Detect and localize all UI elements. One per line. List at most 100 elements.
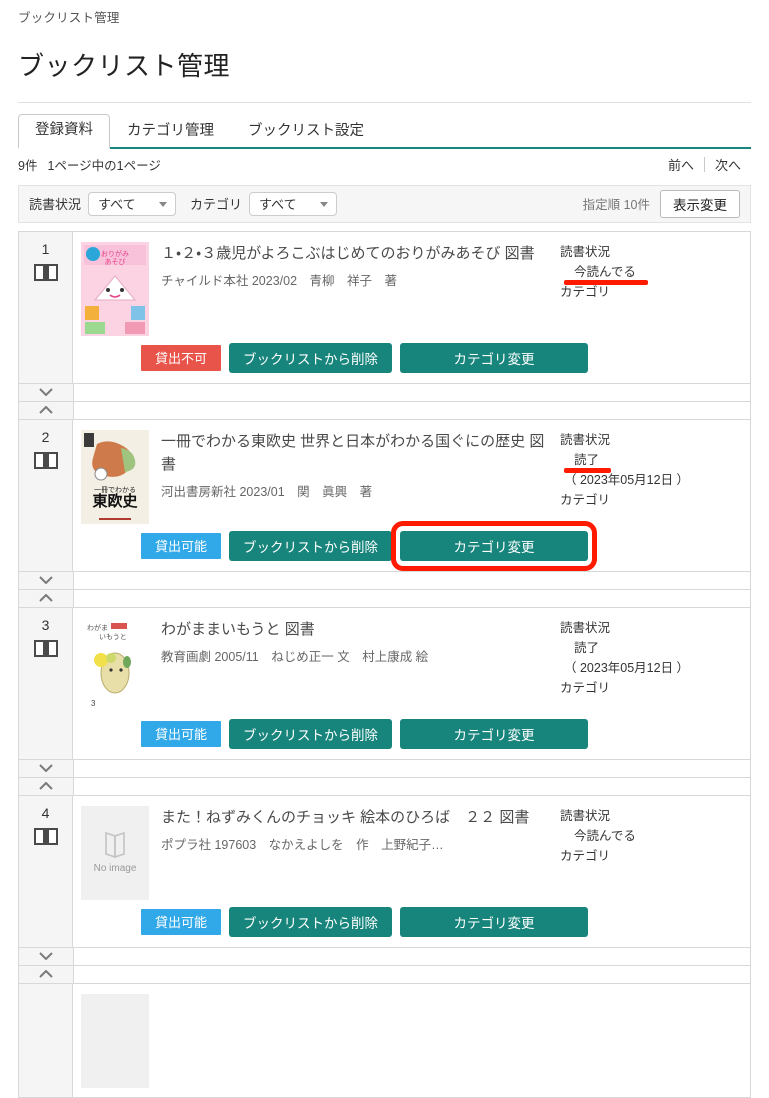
move-down-button[interactable] bbox=[19, 759, 74, 777]
reading-status-label: 読書状況 bbox=[560, 620, 611, 635]
change-category-button[interactable]: カテゴリ変更 bbox=[400, 530, 589, 561]
row-expand-separator bbox=[19, 965, 750, 984]
tab-registered-materials[interactable]: 登録資料 bbox=[18, 114, 110, 149]
filter-bar: 読書状況 すべて カテゴリ すべて 指定順 10件 表示変更 bbox=[18, 184, 751, 223]
remove-from-booklist-button[interactable]: ブックリストから削除 bbox=[229, 530, 393, 561]
move-up-button[interactable] bbox=[19, 965, 74, 983]
lending-status-badge: 貸出可能 bbox=[141, 720, 222, 747]
item-thumbnail[interactable]: おりがみ あそび bbox=[73, 241, 149, 336]
list-item: 4 No image また！ねずみくんのチョッキ 絵本のひろば ２２ 図書 ポプラ社 … bbox=[19, 795, 750, 948]
reading-status-filter-label: 読書状況 bbox=[29, 197, 82, 213]
svg-text:東欧史: 東欧史 bbox=[92, 492, 138, 510]
book-placeholder-icon bbox=[105, 832, 125, 859]
remove-from-booklist-button[interactable]: ブックリストから削除 bbox=[229, 718, 393, 749]
item-title[interactable]: １・２・３歳児がよろこぶはじめてのおりがみあそび 図書 bbox=[161, 242, 554, 265]
title-divider bbox=[18, 101, 751, 103]
move-up-button[interactable] bbox=[19, 589, 74, 607]
booklist-management-page: ブックリスト管理 ブックリスト管理 登録資料 カテゴリ管理 ブックリスト設定 9… bbox=[0, 0, 769, 1098]
move-down-button[interactable] bbox=[19, 571, 74, 589]
change-category-button[interactable]: カテゴリ変更 bbox=[400, 718, 589, 749]
chevron-down-icon bbox=[39, 952, 53, 961]
row-collapse-separator bbox=[19, 571, 750, 590]
reading-status-value: 読了 bbox=[574, 640, 600, 655]
reading-status-value: 読了 bbox=[563, 450, 612, 473]
item-body bbox=[73, 984, 750, 1097]
row-collapse-separator bbox=[19, 947, 750, 966]
move-down-button[interactable] bbox=[19, 383, 74, 401]
pager: 前へ 次へ bbox=[658, 155, 751, 174]
sort-info: 指定順 10件 bbox=[582, 198, 650, 213]
item-thumbnail[interactable] bbox=[73, 993, 149, 1088]
breadcrumb: ブックリスト管理 bbox=[18, 11, 120, 25]
reading-status-value: 今読んでる bbox=[564, 262, 648, 285]
item-thumbnail[interactable]: 一冊でわかる 東欧史 bbox=[73, 429, 149, 524]
item-body: 一冊でわかる 東欧史 一冊でわかる東欧史 世界と日本がわかる国ぐにの歴史 図書 河出書… bbox=[73, 420, 750, 533]
item-status: 読書状況 今読んでる カテゴリ bbox=[560, 242, 750, 336]
item-title[interactable]: わがままいもうと 図書 bbox=[161, 618, 554, 641]
svg-text:あそび: あそび bbox=[105, 258, 126, 266]
result-summary: 9件 1ページ中の1ページ bbox=[18, 155, 161, 174]
item-meta: わがままいもうと 図書教育画劇 2005/11 ねじめ正一 文 村上康成 絵 bbox=[149, 618, 560, 712]
item-body: わがま いもうと 3 わがままいもうと 図書 教育画劇 2005/11 ねじめ正一 文 … bbox=[73, 608, 750, 721]
next-page-link[interactable]: 次へ bbox=[705, 155, 751, 174]
chevron-up-icon bbox=[39, 782, 53, 791]
item-thumbnail[interactable]: No image bbox=[73, 805, 149, 900]
remove-from-booklist-button[interactable]: ブックリストから削除 bbox=[229, 342, 393, 373]
reading-finished-date: （ 2023年05月12日 ） bbox=[564, 660, 690, 675]
item-title[interactable]: また！ねずみくんのチョッキ 絵本のひろば ２２ 図書 bbox=[161, 806, 554, 829]
lending-status-badge: 貸出可能 bbox=[141, 532, 222, 559]
booklist: 1 おりがみ あそび １・２・３歳児がよろこぶはじめてのおりがみあそび 図書 チャイルド… bbox=[18, 230, 751, 1098]
item-publication-info: ポプラ社 197603 なかえよしを 作 上野紀子… bbox=[161, 838, 444, 853]
category-select[interactable]: すべて bbox=[249, 191, 338, 216]
item-body: おりがみ あそび １・２・３歳児がよろこぶはじめてのおりがみあそび 図書 チャイルド本… bbox=[73, 232, 750, 345]
change-category-button-wrapper: カテゴリ変更 bbox=[391, 520, 598, 571]
no-image-label: No image bbox=[93, 863, 137, 875]
prev-page-link[interactable]: 前へ bbox=[658, 155, 704, 174]
change-category-button[interactable]: カテゴリ変更 bbox=[400, 906, 589, 937]
item-actions: 貸出可能 ブックリストから削除 カテゴリ変更 bbox=[73, 906, 750, 947]
reading-finished-date: （ 2023年05月12日 ） bbox=[564, 472, 690, 487]
row-expand-separator bbox=[19, 589, 750, 608]
reading-status-label: 読書状況 bbox=[560, 808, 611, 823]
reading-status-select[interactable]: すべて bbox=[88, 191, 177, 216]
no-image-placeholder bbox=[81, 993, 149, 1088]
item-index-column: 2 bbox=[19, 419, 73, 571]
page-indicator: 1ページ中の1ページ bbox=[47, 159, 161, 174]
tab-category-management[interactable]: カテゴリ管理 bbox=[110, 115, 231, 148]
reading-status-value: すべて bbox=[98, 197, 136, 213]
chevron-down-icon bbox=[39, 764, 53, 773]
view-change-button[interactable]: 表示変更 bbox=[660, 189, 740, 218]
item-title[interactable]: 一冊でわかる東欧史 世界と日本がわかる国ぐにの歴史 図書 bbox=[161, 430, 554, 477]
result-count: 9件 bbox=[18, 159, 38, 174]
move-up-button[interactable] bbox=[19, 401, 74, 419]
lending-status-badge: 貸出不可 bbox=[141, 344, 222, 371]
move-down-button[interactable] bbox=[19, 947, 74, 965]
list-item: 3 わがま いもうと 3 わがままいもうと 図書 教育画劇 2005/11 ねじめ正一 文… bbox=[19, 607, 750, 760]
svg-text:おりがみ: おりがみ bbox=[101, 249, 129, 258]
open-book-icon bbox=[33, 263, 58, 281]
chevron-down-icon bbox=[320, 201, 329, 207]
remove-from-booklist-button[interactable]: ブックリストから削除 bbox=[229, 906, 393, 937]
change-category-button-wrapper: カテゴリ変更 bbox=[400, 718, 589, 749]
change-category-button[interactable]: カテゴリ変更 bbox=[400, 342, 589, 373]
item-index: 2 bbox=[41, 428, 50, 445]
svg-text:いもうと: いもうと bbox=[99, 633, 127, 641]
item-body: No image また！ねずみくんのチョッキ 絵本のひろば ２２ 図書ポプラ社 1… bbox=[73, 796, 750, 909]
category-label: カテゴリ bbox=[560, 680, 611, 695]
svg-text:わがま: わがま bbox=[87, 623, 108, 632]
item-index-column: 1 bbox=[19, 231, 73, 383]
move-up-button[interactable] bbox=[19, 777, 74, 795]
result-summary-row: 9件 1ページ中の1ページ 前へ 次へ bbox=[18, 149, 751, 181]
item-publication-info: 教育画劇 2005/11 ねじめ正一 文 村上康成 絵 bbox=[161, 650, 429, 665]
tab-booklist-settings[interactable]: ブックリスト設定 bbox=[231, 115, 381, 148]
item-index: 3 bbox=[41, 616, 50, 633]
category-filter-label: カテゴリ bbox=[190, 197, 243, 213]
list-item bbox=[19, 983, 750, 1098]
row-collapse-separator bbox=[19, 759, 750, 778]
chevron-up-icon bbox=[39, 594, 53, 603]
category-label: カテゴリ bbox=[560, 284, 611, 299]
item-status: 読書状況 読了（ 2023年05月12日 ） カテゴリ bbox=[560, 430, 750, 524]
item-thumbnail[interactable]: わがま いもうと 3 bbox=[73, 617, 149, 712]
book-cover-thumbnail: 一冊でわかる東欧史 bbox=[81, 429, 149, 524]
chevron-down-icon bbox=[39, 388, 53, 397]
